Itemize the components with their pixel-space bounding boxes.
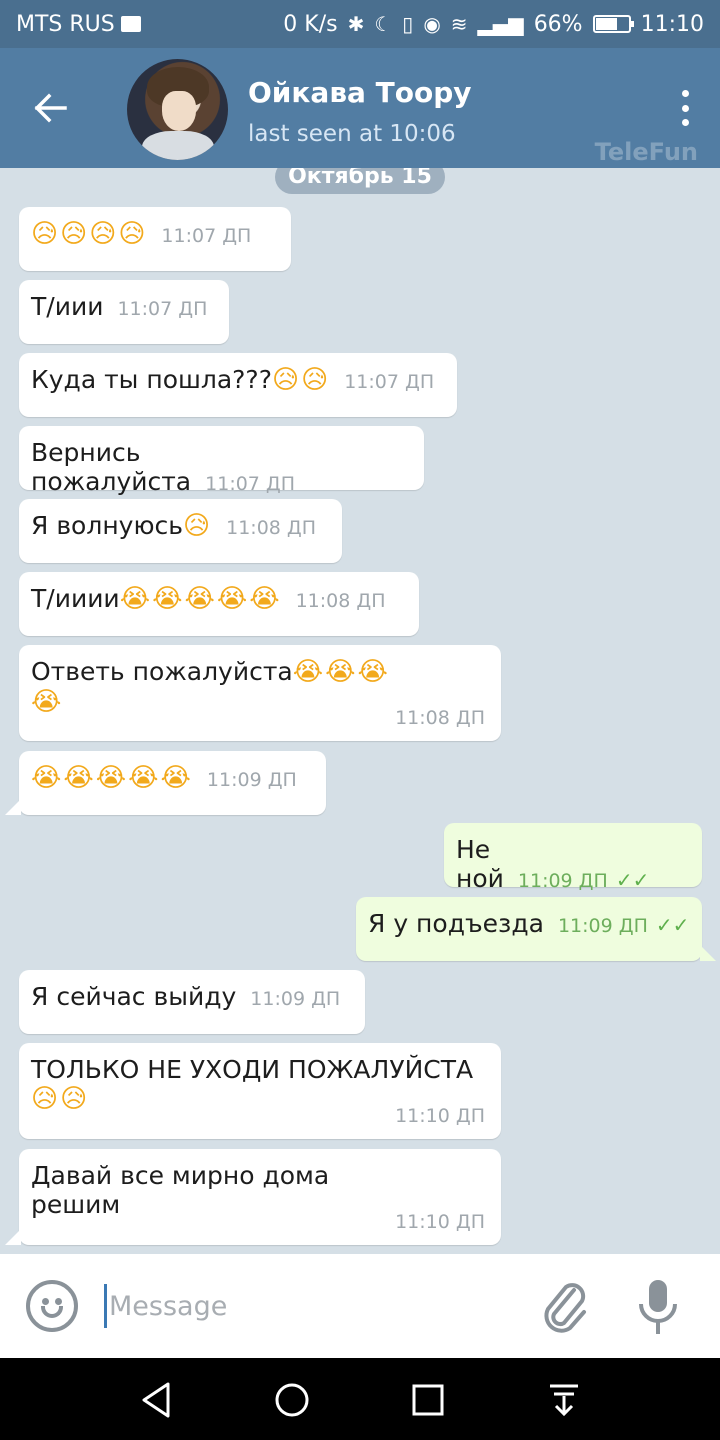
message-bubble[interactable]: 😭😭😭😭😭 11:09 ДП <box>5 751 326 815</box>
message-text: ТОЛЬКО НЕ УХОДИ ПОЖАЛУЙСТА <box>31 1055 474 1084</box>
message-time: 11:08 ДП <box>295 590 386 612</box>
message-time: 11:10 ДП <box>395 1211 485 1233</box>
watermark: TeleFun <box>594 138 698 166</box>
back-triangle-icon[interactable] <box>134 1378 178 1422</box>
message-time: 11:07 ДП <box>205 473 296 495</box>
message-time: 11:07 ДП <box>161 225 252 247</box>
double-check-icon: ✓✓ <box>655 913 690 937</box>
message-bubble[interactable]: Т/иии 11:07 ДП <box>19 280 229 344</box>
message-time: 11:10 ДП <box>395 1105 485 1127</box>
message-time: 11:09 ДП <box>557 915 648 937</box>
message-time: 11:09 ДП <box>206 769 297 791</box>
message-composer <box>0 1254 720 1358</box>
bluetooth-icon: ✱ <box>347 12 365 36</box>
system-nav-bar <box>0 1358 720 1440</box>
clock: 11:10 <box>640 11 704 37</box>
message-time: 11:07 ДП <box>117 298 208 320</box>
message-text: Давай все мирно дома <box>31 1161 330 1190</box>
message-time: 11:08 ДП <box>395 707 485 729</box>
message-bubble[interactable]: Я сейчас выйду 11:09 ДП <box>19 970 365 1034</box>
message-bubble[interactable]: Ответь пожалуйста😭😭😭 😭 11:08 ДП <box>19 645 501 741</box>
smiley-icon[interactable] <box>26 1280 78 1332</box>
message-bubble-outgoing[interactable]: Я у подъезда 11:09 ДП ✓✓ <box>356 897 716 961</box>
paperclip-icon[interactable] <box>538 1276 592 1336</box>
message-text: Я у подъезда <box>368 909 544 938</box>
date-divider: Октябрь 15 <box>275 168 445 194</box>
message-bubble[interactable]: 😥😥😥😥 11:07 ДП <box>19 207 291 271</box>
message-text: Куда ты пошла??? <box>31 365 272 394</box>
message-list[interactable]: Октябрь 15 😥😥😥😥 11:07 ДП Т/иии 11:07 ДП Ку… <box>0 168 720 1254</box>
wifi-icon: ≋ <box>450 12 468 36</box>
signal-icon: ▂▄▆ <box>477 12 524 36</box>
status-bar: MTS RUS 0 K/s ✱ ☾ ▯ ◉ ≋ ▂▄▆ 66% 11:10 <box>0 0 720 48</box>
message-text: Ответь пожалуйста <box>31 657 293 686</box>
message-bubble[interactable]: Я волнуюсь😥 11:08 ДП <box>19 499 342 563</box>
notification-shade-icon[interactable] <box>542 1378 586 1422</box>
message-bubble[interactable]: Т/ииии😭😭😭😭😭 11:08 ДП <box>19 572 419 636</box>
chat-header: Ойкава Тоору last seen at 10:06 TeleFun <box>0 48 720 168</box>
message-bubble[interactable]: ТОЛЬКО НЕ УХОДИ ПОЖАЛУЙСТА 😥😥 11:10 ДП <box>19 1043 501 1139</box>
message-text: Вернись пожалуйста <box>31 438 192 496</box>
message-text: Т/ииии <box>31 584 120 613</box>
battery-percent: 66% <box>533 11 583 37</box>
avatar[interactable] <box>127 59 228 160</box>
home-circle-icon[interactable] <box>270 1378 314 1422</box>
moon-icon: ☾ <box>374 12 393 36</box>
message-text: Т/иии <box>31 292 104 321</box>
message-time: 11:07 ДП <box>344 371 435 393</box>
battery-icon <box>592 15 634 33</box>
microphone-icon[interactable] <box>636 1276 680 1340</box>
message-time: 11:09 ДП <box>517 870 608 892</box>
message-bubble[interactable]: Вернись пожалуйста 11:07 ДП <box>19 426 424 496</box>
sim-card-icon <box>120 16 141 32</box>
message-bubble-outgoing[interactable]: Не ной 11:09 ДП ✓✓ <box>444 823 702 893</box>
message-text: Не ной <box>456 835 504 893</box>
recents-square-icon[interactable] <box>406 1378 450 1422</box>
message-text: Я волнуюсь <box>31 511 183 540</box>
carrier-label: MTS RUS <box>16 11 115 37</box>
eye-icon: ◉ <box>423 12 441 36</box>
message-bubble[interactable]: Давай все мирно дома решим 11:10 ДП <box>5 1149 501 1245</box>
back-button[interactable] <box>22 86 78 130</box>
contact-name[interactable]: Ойкава Тоору <box>248 76 472 109</box>
network-speed: 0 K/s <box>283 11 338 37</box>
more-vertical-icon[interactable] <box>680 90 690 126</box>
message-bubble[interactable]: Куда ты пошла???😥😥 11:07 ДП <box>19 353 457 417</box>
vibrate-icon: ▯ <box>402 12 414 36</box>
double-check-icon: ✓✓ <box>615 868 650 892</box>
message-time: 11:09 ДП <box>250 988 341 1010</box>
last-seen-status: last seen at 10:06 <box>248 121 456 147</box>
message-text: Я сейчас выйду <box>31 982 237 1011</box>
message-time: 11:08 ДП <box>226 517 317 539</box>
message-input[interactable] <box>104 1284 504 1328</box>
arrow-left-icon <box>34 93 67 123</box>
